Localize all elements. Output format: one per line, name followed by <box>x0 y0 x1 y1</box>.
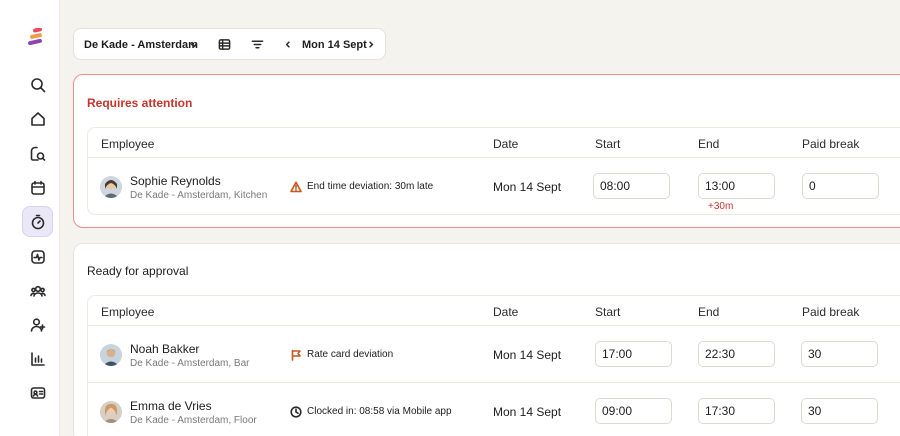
add-user-icon <box>30 317 45 332</box>
attention-table: Employee Date Start End Paid break Sophi… <box>87 127 900 215</box>
nav-schedule-search[interactable] <box>22 138 53 169</box>
employee-name[interactable]: Emma de Vries <box>130 399 212 413</box>
employee-name[interactable]: Sophie Reynolds <box>130 174 221 188</box>
start-time-input[interactable] <box>595 341 672 367</box>
table-row[interactable]: Sophie Reynolds De Kade - Amsterdam, Kit… <box>88 158 900 215</box>
end-time-input[interactable] <box>698 398 775 424</box>
location-selector[interactable]: De Kade - Amsterdam <box>84 39 198 51</box>
date-display: Mon 14 Sept <box>302 39 367 51</box>
search-icon <box>30 77 45 92</box>
app-logo <box>28 27 46 48</box>
nav-activity[interactable] <box>22 241 53 272</box>
employee-name[interactable]: Noah Bakker <box>130 342 199 356</box>
nav-calendar[interactable] <box>22 172 53 203</box>
column-date: Date <box>493 305 519 319</box>
column-date: Date <box>493 137 519 151</box>
warning-icon <box>290 180 302 193</box>
column-end: End <box>698 305 720 319</box>
paid-break-input[interactable] <box>801 398 878 424</box>
paid-break-input[interactable] <box>801 341 878 367</box>
column-employee: Employee <box>101 137 155 151</box>
search-calendar-icon <box>30 146 45 161</box>
activity-icon <box>30 249 45 264</box>
chevron-left-icon <box>285 41 290 48</box>
location-dropdown-toggle[interactable] <box>189 37 199 48</box>
end-time-input[interactable] <box>698 341 775 367</box>
column-employee: Employee <box>101 305 155 319</box>
start-time-input[interactable] <box>595 398 672 424</box>
end-time-deviation: +30m <box>708 201 734 212</box>
filter-toolbar: De Kade - Amsterdam Mon 14 Sept <box>73 28 386 60</box>
column-end: End <box>698 137 720 151</box>
requires-attention-section: Requires attention Employee Date Start E… <box>73 74 900 228</box>
previous-day-button[interactable] <box>283 38 293 51</box>
table-header: Employee Date Start End Paid break <box>88 296 900 326</box>
ready-for-approval-section: Ready for approval Employee Date Start E… <box>73 243 900 436</box>
table-icon <box>218 39 231 50</box>
nav-reports[interactable] <box>22 343 53 374</box>
avatar <box>100 344 122 366</box>
shift-date: Mon 14 Sept <box>493 405 562 419</box>
bar-chart-icon <box>30 351 45 366</box>
section-title: Ready for approval <box>87 264 189 278</box>
sidebar <box>0 0 60 436</box>
nav-employee-cards[interactable] <box>22 377 53 408</box>
flag-icon <box>290 348 302 361</box>
table-row[interactable]: Noah Bakker De Kade - Amsterdam, Bar Rat… <box>88 326 900 383</box>
clock-icon <box>290 405 302 418</box>
nav-team[interactable] <box>22 275 53 306</box>
nav-home[interactable] <box>22 103 53 134</box>
stopwatch-icon <box>31 214 44 229</box>
column-paid-break: Paid break <box>802 137 860 151</box>
start-time-input[interactable] <box>593 173 670 199</box>
table-view-button[interactable] <box>218 38 231 51</box>
avatar <box>100 401 122 423</box>
shift-note: Clocked in: 08:58 via Mobile app <box>307 406 452 417</box>
next-day-button[interactable] <box>366 38 376 51</box>
team-icon <box>29 285 46 297</box>
filter-button[interactable] <box>251 38 264 51</box>
paid-break-input[interactable] <box>802 173 879 199</box>
chevron-right-icon <box>369 41 374 48</box>
shift-date: Mon 14 Sept <box>493 180 562 194</box>
filter-icon <box>251 40 264 49</box>
shift-date: Mon 14 Sept <box>493 348 562 362</box>
avatar <box>100 176 122 198</box>
nav-timesheets[interactable] <box>22 206 53 237</box>
employee-location: De Kade - Amsterdam, Bar <box>130 358 250 369</box>
table-row[interactable]: Emma de Vries De Kade - Amsterdam, Floor… <box>88 383 900 436</box>
end-time-input[interactable] <box>698 173 775 199</box>
table-header: Employee Date Start End Paid break <box>88 128 900 158</box>
nav-add-user[interactable] <box>22 309 53 340</box>
column-paid-break: Paid break <box>802 305 860 319</box>
section-title: Requires attention <box>87 96 193 110</box>
column-start: Start <box>595 137 621 151</box>
chevron-down-icon <box>190 43 198 48</box>
employee-location: De Kade - Amsterdam, Floor <box>130 415 257 426</box>
shift-note: Rate card deviation <box>307 349 394 360</box>
employee-location: De Kade - Amsterdam, Kitchen <box>130 190 268 201</box>
home-icon <box>30 111 45 126</box>
shift-note: End time deviation: 30m late <box>307 181 434 192</box>
column-start: Start <box>595 305 621 319</box>
nav-search[interactable] <box>22 69 53 100</box>
approval-table: Employee Date Start End Paid break Noah … <box>87 295 900 436</box>
id-card-icon <box>30 386 45 399</box>
calendar-icon <box>30 180 45 195</box>
